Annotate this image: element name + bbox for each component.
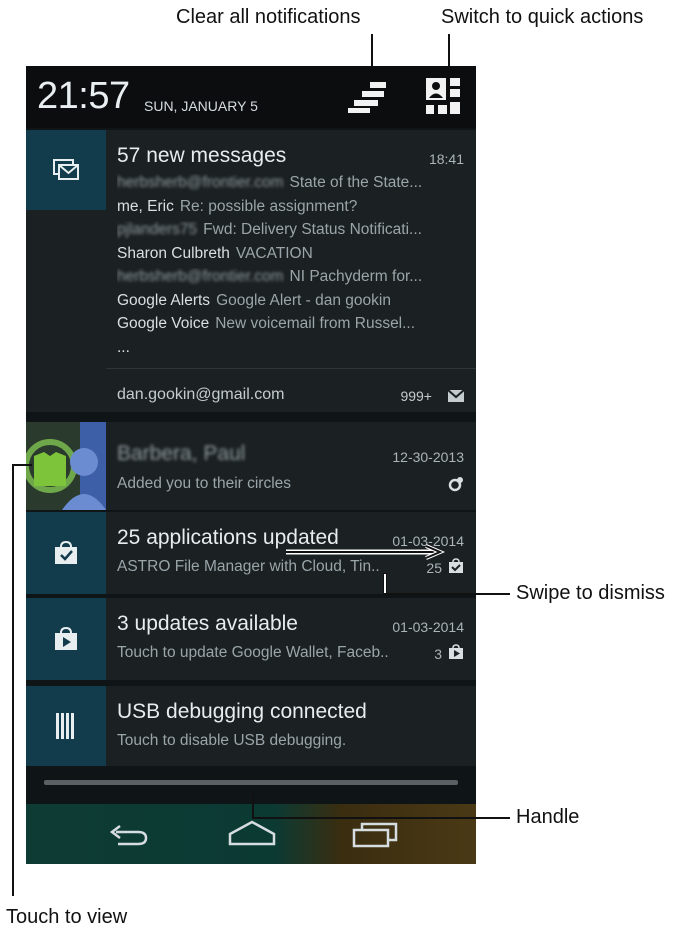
updates-subtitle: Touch to update Google Wallet, Faceb..: [117, 644, 389, 661]
gplus-time: 12-30-2013: [392, 449, 464, 465]
apps-updated-count: 25: [426, 560, 442, 576]
email-subject: State of the State...: [289, 174, 423, 191]
email-subject: Re: possible assignment?: [179, 197, 358, 215]
gmail-count: 999+: [400, 388, 432, 404]
email-list: herbsherb@frontier.com State of the State…: [117, 174, 467, 362]
callout-swipe: Swipe to dismiss: [516, 582, 665, 604]
navigation-bar: [26, 804, 476, 864]
shade-handle[interactable]: [44, 780, 458, 785]
gmail-time: 18:41: [428, 151, 464, 167]
email-row: herbsherb@frontier.com State of the State…: [117, 174, 467, 198]
notification-usb-debugging[interactable]: USB debugging connected Touch to disable…: [26, 686, 476, 766]
store-check-small-icon: [449, 558, 463, 573]
notification-updates-available[interactable]: 3 updates available 01-03-2014 Touch to …: [26, 598, 476, 680]
date: SUN, JANUARY 5: [144, 98, 258, 114]
callout-line-handle-h: [252, 817, 510, 819]
gmail-account: dan.gookin@gmail.com: [117, 386, 285, 403]
gplus-avatar: [26, 422, 106, 510]
email-row: Sharon Culbreth VACATION: [117, 245, 467, 269]
callout-line-clear: [371, 34, 373, 70]
callout-handle: Handle: [516, 806, 580, 828]
email-row: Google Voice New voicemail from Russel...: [117, 315, 467, 339]
email-sender: Sharon Culbreth: [117, 244, 230, 262]
callout-line-swipe-v: [384, 574, 386, 594]
notification-gplus[interactable]: Barbera, Paul 12-30-2013 Added you to th…: [26, 422, 476, 510]
email-sender: ...: [117, 338, 130, 356]
email-sender: herbsherb@frontier.com: [117, 268, 284, 285]
callout-line-switch: [448, 34, 450, 70]
apps-updated-subtitle: ASTRO File Manager with Cloud, Tin..: [117, 558, 380, 575]
clear-all-icon[interactable]: [348, 80, 388, 114]
email-subject: Google Alert - dan gookin: [216, 291, 391, 309]
email-sender: pjlanders75: [117, 221, 198, 238]
notification-shade: 21:57 SUN, JANUARY 5 57 new messages 18:…: [26, 66, 476, 864]
status-bar: 21:57 SUN, JANUARY 5: [26, 66, 476, 128]
email-row: Google Alerts Google Alert - dan gookin: [117, 292, 467, 316]
back-icon[interactable]: [98, 814, 158, 854]
callout-touch: Touch to view: [6, 906, 128, 928]
email-sender: herbsherb@frontier.com: [117, 174, 284, 191]
gplus-title: Barbera, Paul: [117, 442, 246, 465]
email-subject: NI Pachyderm for...: [289, 268, 423, 285]
email-sender: me, Eric: [117, 197, 174, 215]
gmail-stack-icon: [53, 159, 79, 180]
callout-line-swipe-h: [384, 593, 510, 595]
email-subject: VACATION: [235, 244, 313, 262]
store-icon-box: [26, 512, 106, 594]
email-subject: Fwd: Delivery Status Notificati...: [203, 221, 422, 238]
email-subject: New voicemail from Russel...: [215, 315, 416, 332]
play-store-icon: [55, 627, 77, 650]
play-store-check-icon: [55, 541, 77, 564]
circles-icon: [448, 477, 463, 492]
gplus-subtitle: Added you to their circles: [117, 475, 292, 492]
callout-switch-quick: Switch to quick actions: [441, 6, 644, 28]
callout-clear-all: Clear all notifications: [176, 6, 361, 28]
callout-line-touch-v: [12, 464, 14, 896]
usb-title: USB debugging connected: [117, 700, 367, 723]
gmail-title: 57 new messages: [117, 144, 287, 167]
mail-icon: [448, 390, 464, 402]
email-row: ...: [117, 339, 467, 363]
notification-gmail[interactable]: 57 new messages 18:41 herbsherb@frontier…: [26, 130, 476, 412]
store-play-icon-box: [26, 598, 106, 680]
email-sender: Google Voice: [117, 315, 210, 332]
gmail-icon-box: [26, 130, 106, 210]
recents-icon[interactable]: [346, 814, 406, 854]
updates-time: 01-03-2014: [392, 619, 464, 635]
email-row: me, Eric Re: possible assignment?: [117, 198, 467, 222]
usb-subtitle: Touch to disable USB debugging.: [117, 732, 347, 749]
quick-settings-icon[interactable]: [426, 78, 462, 116]
email-row: pjlanders75 Fwd: Delivery Status Notifica…: [117, 221, 467, 245]
updates-title: 3 updates available: [117, 612, 298, 635]
updates-count: 3: [434, 646, 442, 662]
home-icon[interactable]: [222, 814, 282, 854]
email-row: herbsherb@frontier.com NI Pachyderm for..…: [117, 268, 467, 292]
handle-area: [26, 760, 476, 864]
store-play-small-icon: [449, 644, 463, 659]
swipe-arrow: [286, 544, 446, 560]
usb-icon-box: [26, 686, 106, 766]
usb-debug-icon: [56, 713, 74, 739]
email-sender: Google Alerts: [117, 291, 211, 309]
clock: 21:57: [37, 75, 130, 117]
callout-line-touch-h: [12, 464, 32, 466]
gmail-divider: [106, 368, 476, 369]
callout-line-handle-v: [252, 788, 254, 818]
